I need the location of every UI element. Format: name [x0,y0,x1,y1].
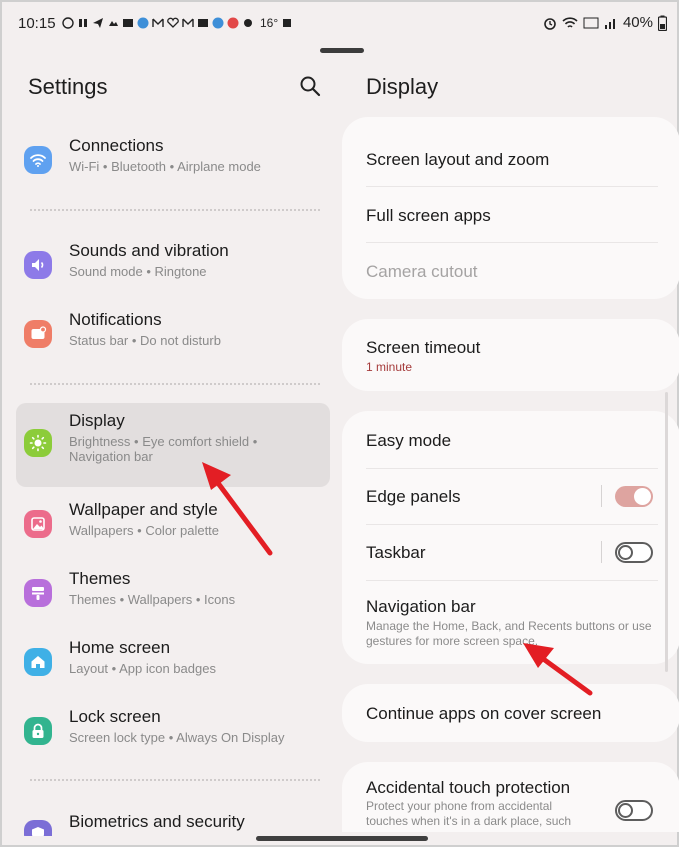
accidental-touch-description: Protect your phone from accidental touch… [366,799,572,828]
app-badge-icon [212,17,224,29]
pause-icon [79,19,87,27]
vertical-divider [601,541,602,563]
battery-icon [658,15,667,31]
app-badge-icon [137,17,149,29]
gesture-navigation-bar[interactable] [256,836,428,841]
sun-icon [24,429,52,457]
settings-item-connections[interactable]: Connections Wi-Fi • Bluetooth • Airplane… [16,128,330,198]
notification-icons: 16° [62,16,293,30]
cloud-icon [109,21,118,26]
settings-item-home-screen[interactable]: Home screen Layout • App icon badges [16,630,330,700]
screen-layout-zoom-item[interactable]: Screen layout and zoom [366,150,549,170]
gmail-icon [152,18,164,27]
card-icon [283,19,292,27]
vertical-divider [601,485,602,507]
search-icon[interactable] [299,75,321,97]
settings-item-lock-screen[interactable]: Lock screen Screen lock type • Always On… [16,699,330,769]
full-screen-apps-item[interactable]: Full screen apps [366,206,491,226]
item-subtitle: Layout • App icon badges [69,661,216,676]
navigation-bar-description: Manage the Home, Back, and Recents butto… [366,619,652,648]
divider [30,779,320,781]
accidental-touch-toggle[interactable] [615,800,653,821]
item-subtitle: Screen lock type • Always On Display [69,730,285,745]
notification-icon [24,320,52,348]
display-title: Display [366,74,439,99]
separator [366,580,658,581]
status-time: 10:15 [18,15,56,32]
edge-panels-toggle[interactable] [615,486,653,507]
continue-apps-cover-screen-item[interactable]: Continue apps on cover screen [366,704,601,724]
item-title: Biometrics and security [69,812,245,831]
settings-item-sounds[interactable]: Sounds and vibration Sound mode • Ringto… [16,233,330,303]
item-title: Display [69,411,125,430]
settings-item-display[interactable]: Display Brightness • Eye comfort shield … [16,403,330,487]
wifi-icon [24,146,52,174]
item-title: Lock screen [69,707,161,726]
edge-panels-item[interactable]: Edge panels [366,487,461,507]
annotation-arrow-display [202,462,273,556]
weather-icon [244,19,252,27]
item-subtitle: Themes • Wallpapers • Icons [69,592,236,607]
divider [30,383,320,385]
temperature: 16° [260,16,279,30]
image-icon [198,19,208,27]
settings-item-notifications[interactable]: Notifications Status bar • Do not distur… [16,302,330,372]
display-card-timeout[interactable]: Screen timeout 1 minute [342,319,679,391]
gmail-icon [182,18,194,27]
home-icon [24,648,52,676]
screen-timeout-item[interactable]: Screen timeout [366,338,480,358]
item-title: Themes [69,569,131,588]
record-icon [227,17,239,29]
display-card-navigation: Easy mode Edge panels Taskbar Navigation… [342,411,679,664]
item-subtitle: Sound mode • Ringtone [69,264,207,279]
divider [30,209,320,211]
settings-item-biometrics[interactable]: Biometrics and security [16,804,330,836]
accidental-touch-item[interactable]: Accidental touch protection [366,778,570,798]
item-subtitle: Status bar • Do not disturb [69,333,221,348]
whatsapp-icon [62,17,74,29]
volte-icon [583,17,599,28]
system-icons: 40% [543,14,667,31]
display-card-layout: Screen layout and zoom Full screen apps … [342,117,679,299]
separator [366,468,658,469]
separator [366,524,658,525]
item-title: Notifications [69,310,162,329]
split-view-handle[interactable] [320,48,364,53]
alarm-icon [544,17,556,30]
lock-icon [24,717,52,745]
screen-timeout-value: 1 minute [366,360,413,374]
scrollbar[interactable] [665,392,668,672]
settings-item-themes[interactable]: Themes Themes • Wallpapers • Icons [16,561,330,631]
speaker-icon [24,251,52,279]
item-subtitle: Wi-Fi • Bluetooth • Airplane mode [69,159,261,174]
signal-icon [604,18,615,29]
camera-cutout-item: Camera cutout [366,262,478,281]
separator [366,186,658,187]
separator [366,242,658,243]
item-title: Sounds and vibration [69,241,229,260]
annotation-arrow-navigation-bar [523,643,593,696]
item-title: Connections [69,136,164,155]
item-title: Home screen [69,638,171,657]
status-bar: 10:15 16° 40% [2,2,679,46]
picture-icon [24,510,52,538]
item-title: Wallpaper and style [69,500,218,519]
settings-title: Settings [28,74,108,99]
gallery-icon [123,19,133,27]
settings-item-wallpaper[interactable]: Wallpaper and style Wallpapers • Color p… [16,492,330,562]
paint-roller-icon [24,579,52,607]
taskbar-toggle[interactable] [615,542,653,563]
taskbar-item[interactable]: Taskbar [366,543,426,563]
heart-icon [167,17,179,28]
display-card-cover-screen[interactable]: Continue apps on cover screen [342,684,679,742]
battery-percent: 40% [622,14,653,31]
telegram-icon [93,18,103,28]
wifi-status-icon [562,16,578,28]
easy-mode-item[interactable]: Easy mode [366,431,451,451]
shield-icon [24,820,52,836]
navigation-bar-item[interactable]: Navigation bar [366,597,476,617]
display-card-accidental-touch[interactable]: Accidental touch protection Protect your… [342,762,679,832]
